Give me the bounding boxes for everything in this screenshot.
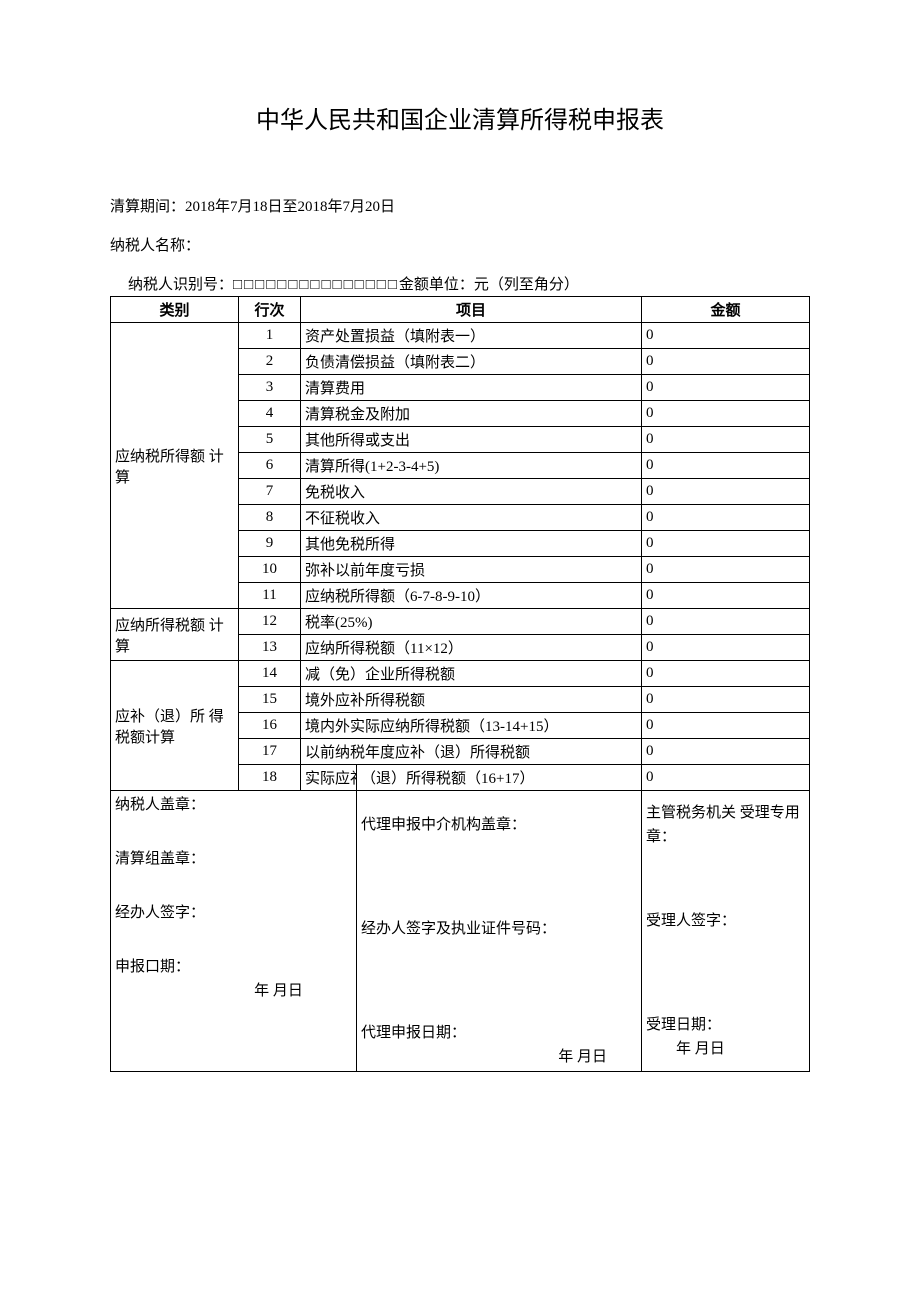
row-number: 7 — [239, 479, 301, 505]
amount-cell: 0 — [642, 583, 810, 609]
item-cell: 税率(25%) — [301, 609, 642, 635]
item-cell: 境外应补所得税额 — [301, 687, 642, 713]
row-number: 9 — [239, 531, 301, 557]
row-number: 16 — [239, 713, 301, 739]
item-cell: 清算费用 — [301, 375, 642, 401]
liquidation-period: 清算期间：2018年7月18日至2018年7月20日 — [110, 195, 810, 216]
accept-date-label: 受理日期： — [646, 1013, 805, 1037]
table-row: 应纳所得税额 计算 12 税率(25%) 0 — [111, 609, 810, 635]
row-number: 10 — [239, 557, 301, 583]
amount-cell: 0 — [642, 349, 810, 375]
amount-cell: 0 — [642, 427, 810, 453]
item-cell: 其他免税所得 — [301, 531, 642, 557]
item-cell: 清算税金及附加 — [301, 401, 642, 427]
table-header-row: 类别 行次 项目 金额 — [111, 297, 810, 323]
header-category: 类别 — [111, 297, 239, 323]
tax-declaration-table: 类别 行次 项目 金额 应纳税所得额 计算 1 资产处置损益（填附表一） 0 2… — [110, 296, 810, 1072]
item-cell: 清算所得(1+2-3-4+5) — [301, 453, 642, 479]
row-number: 12 — [239, 609, 301, 635]
taxpayer-id-label: 纳税人识别号： — [128, 277, 233, 293]
accept-date-value: 年 月日 — [646, 1037, 805, 1061]
amount-cell: 0 — [642, 401, 810, 427]
agent-sign-label: 经办人签字及执业证件号码： — [361, 917, 637, 941]
row-number: 17 — [239, 739, 301, 765]
liquidation-group-seal-label: 清算组盖章： — [115, 847, 352, 871]
authority-seal-label: 主管税务机关 受理专用章： — [646, 801, 805, 849]
declare-date-value: 年 月日 — [115, 979, 352, 1003]
amount-cell: 0 — [642, 739, 810, 765]
amount-cell: 0 — [642, 323, 810, 349]
row-number: 2 — [239, 349, 301, 375]
amount-cell: 0 — [642, 635, 810, 661]
item-cell: 免税收入 — [301, 479, 642, 505]
agent-seal-label: 代理申报中介机构盖章： — [361, 813, 637, 837]
taxpayer-seal-label: 纳税人盖章： — [115, 793, 352, 817]
footer-left-cell: 纳税人盖章： 清算组盖章： 经办人签字： 申报口期： 年 月日 — [111, 791, 357, 1072]
handler-sign-label: 经办人签字： — [115, 901, 352, 925]
item-cell: 其他所得或支出 — [301, 427, 642, 453]
period-label: 清算期间： — [110, 199, 185, 215]
amount-cell: 0 — [642, 765, 810, 791]
row-number: 6 — [239, 453, 301, 479]
table-row: 应补（退）所 得税额计算 14 减（免）企业所得税额 0 — [111, 661, 810, 687]
row-number: 3 — [239, 375, 301, 401]
row-number: 1 — [239, 323, 301, 349]
header-amount: 金额 — [642, 297, 810, 323]
item-cell: 应纳所得税额（11×12） — [301, 635, 642, 661]
row-number: 15 — [239, 687, 301, 713]
row-number: 8 — [239, 505, 301, 531]
item-cell: 境内外实际应纳所得税额（13-14+15） — [301, 713, 642, 739]
item-cell: 资产处置损益（填附表一） — [301, 323, 642, 349]
amount-cell: 0 — [642, 375, 810, 401]
amount-cell: 0 — [642, 557, 810, 583]
item-cell: 弥补以前年度亏损 — [301, 557, 642, 583]
amount-cell: 0 — [642, 531, 810, 557]
taxpayer-name-label: 纳税人名称： — [110, 238, 200, 254]
item-cell: 应纳税所得额（6-7-8-9-10） — [301, 583, 642, 609]
item-suffix-cell: （退）所得税额（16+17） — [357, 765, 642, 791]
row-number: 13 — [239, 635, 301, 661]
row-number: 4 — [239, 401, 301, 427]
declare-date-label: 申报口期： — [115, 955, 352, 979]
page-title: 中华人民共和国企业清算所得税申报表 — [110, 100, 810, 135]
item-cell: 减（免）企业所得税额 — [301, 661, 642, 687]
row-number: 5 — [239, 427, 301, 453]
item-cell: 负债清偿损益（填附表二） — [301, 349, 642, 375]
amount-cell: 0 — [642, 505, 810, 531]
footer-mid-cell: 代理申报中介机构盖章： 经办人签字及执业证件号码： 代理申报日期： 年 月日 — [357, 791, 642, 1072]
amount-cell: 0 — [642, 687, 810, 713]
amount-cell: 0 — [642, 453, 810, 479]
agent-date-label: 代理申报日期： — [361, 1021, 637, 1045]
header-row: 行次 — [239, 297, 301, 323]
acceptor-sign-label: 受理人签字： — [646, 909, 805, 933]
item-prefix-cell: 实际应补 — [301, 765, 357, 791]
taxpayer-id-line: 纳税人识别号：□□□□□□□□□□□□□□□金额单位：元（列至角分） — [110, 273, 810, 294]
category-cell: 应补（退）所 得税额计算 — [111, 661, 239, 791]
taxpayer-name-line: 纳税人名称： — [110, 234, 810, 255]
item-cell: 以前纳税年度应补（退）所得税额 — [301, 739, 642, 765]
agent-date-value: 年 月日 — [361, 1045, 637, 1069]
category-cell: 应纳税所得额 计算 — [111, 323, 239, 609]
footer-right-cell: 主管税务机关 受理专用章： 受理人签字： 受理日期： 年 月日 — [642, 791, 810, 1072]
row-number: 14 — [239, 661, 301, 687]
header-item: 项目 — [301, 297, 642, 323]
table-row: 应纳税所得额 计算 1 资产处置损益（填附表一） 0 — [111, 323, 810, 349]
amount-cell: 0 — [642, 479, 810, 505]
amount-cell: 0 — [642, 661, 810, 687]
item-cell: 不征税收入 — [301, 505, 642, 531]
amount-cell: 0 — [642, 713, 810, 739]
category-cell: 应纳所得税额 计算 — [111, 609, 239, 661]
amount-unit-label: 金额单位：元（列至角分） — [399, 277, 579, 293]
period-value: 2018年7月18日至2018年7月20日 — [185, 199, 395, 215]
taxpayer-id-boxes: □□□□□□□□□□□□□□□ — [233, 277, 399, 294]
row-number: 18 — [239, 765, 301, 791]
amount-cell: 0 — [642, 609, 810, 635]
footer-row: 纳税人盖章： 清算组盖章： 经办人签字： 申报口期： 年 月日 代理申报中介机构… — [111, 791, 810, 1072]
row-number: 11 — [239, 583, 301, 609]
